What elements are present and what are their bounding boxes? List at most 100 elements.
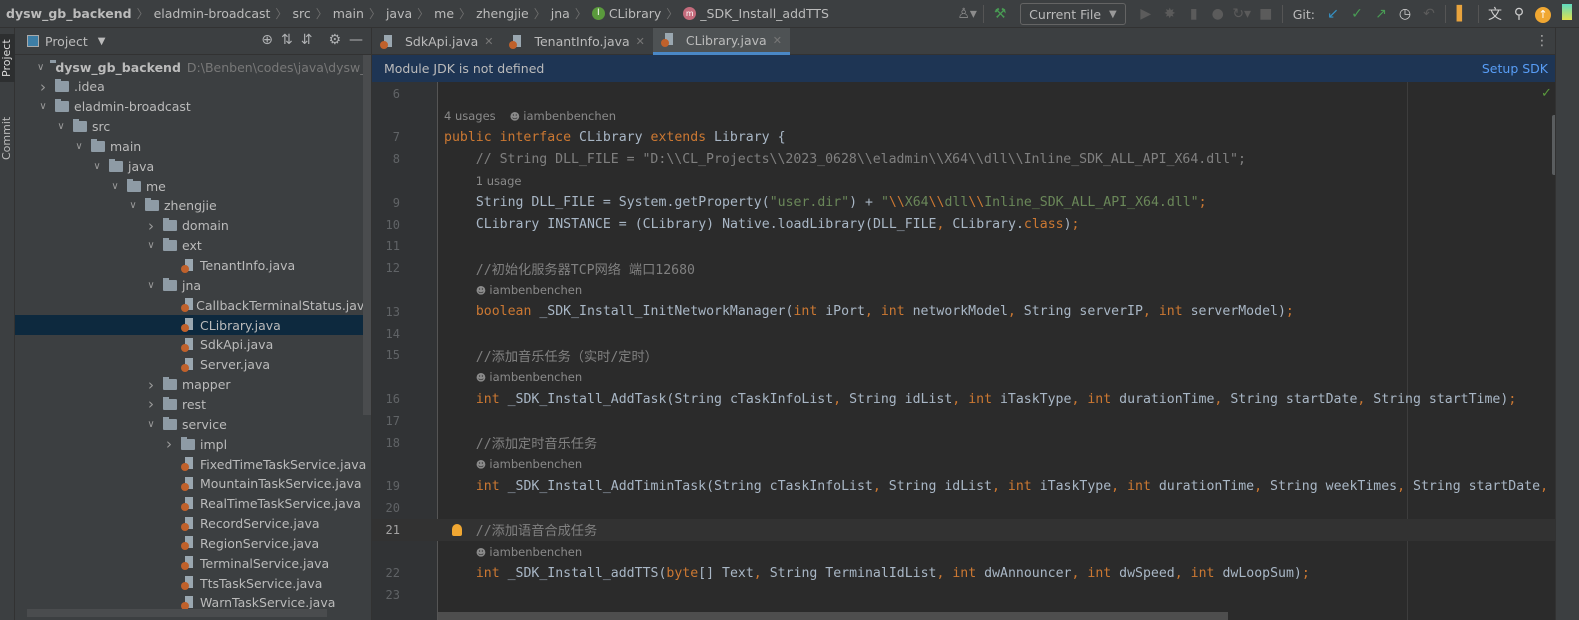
close-icon[interactable]: ✕: [636, 35, 645, 48]
run-icon[interactable]: ▶: [1134, 6, 1158, 22]
no-problems-check-icon[interactable]: ✓: [1541, 86, 1552, 101]
tree-item[interactable]: ∨ ext: [15, 236, 371, 256]
tab-tenantinfo[interactable]: TenantInfo.java ✕: [501, 28, 652, 55]
chevron-down-icon[interactable]: ∨: [145, 419, 157, 430]
breadcrumb-item[interactable]: zhengjie: [476, 6, 529, 21]
code-vision-hint[interactable]: ☻ iambenbenchen: [476, 370, 582, 384]
project-tool-tab[interactable]: Project: [0, 34, 15, 82]
tree-item[interactable]: ∨ java: [15, 156, 371, 176]
chevron-down-icon[interactable]: ∨: [73, 141, 85, 152]
code-vision-hint[interactable]: ☻ iambenbenchen: [476, 283, 582, 297]
code-vision-hint[interactable]: ☻ iambenbenchen: [476, 545, 582, 559]
tree-item[interactable]: SdkApi.java: [15, 335, 371, 355]
tree-item[interactable]: CallbackTerminalStatus.java: [15, 295, 371, 315]
tree-item[interactable]: ∨ jna: [15, 275, 371, 295]
chevron-down-icon[interactable]: ∨: [145, 280, 157, 291]
chevron-down-icon[interactable]: ∨: [127, 200, 139, 211]
breadcrumb-item[interactable]: eladmin-broadcast: [154, 6, 271, 21]
tree-item[interactable]: RealTimeTaskService.java: [15, 494, 371, 514]
debug-icon[interactable]: ✸: [1158, 6, 1182, 22]
tab-clibrary[interactable]: CLibrary.java ✕: [652, 28, 790, 55]
git-push-icon[interactable]: ↗: [1369, 6, 1393, 22]
chevron-right-icon[interactable]: ›: [163, 435, 175, 453]
update-icon[interactable]: ↑: [1531, 6, 1555, 23]
git-commit-icon[interactable]: ✓: [1345, 6, 1369, 22]
tree-item[interactable]: › impl: [15, 434, 371, 454]
git-update-icon[interactable]: ↙: [1321, 6, 1345, 22]
more-run-icon[interactable]: ↻▾: [1230, 6, 1254, 22]
breadcrumb-item[interactable]: me: [434, 6, 454, 21]
tree-item[interactable]: ∨ service: [15, 414, 371, 434]
translate-icon[interactable]: 文: [1483, 4, 1507, 24]
collapse-all-icon[interactable]: ⇵: [301, 32, 313, 48]
hide-icon[interactable]: —: [349, 32, 363, 48]
breadcrumb-item[interactable]: _SDK_Install_addTTS: [700, 6, 829, 21]
tree-item[interactable]: FixedTimeTaskService.java: [15, 454, 371, 474]
code-vision-hint[interactable]: 4 usages ☻ iambenbenchen: [444, 109, 616, 123]
horizontal-scrollbar[interactable]: [27, 609, 327, 617]
author-hint[interactable]: iambenbenchen: [523, 109, 616, 123]
author-hint[interactable]: iambenbenchen: [489, 545, 582, 559]
locate-icon[interactable]: ⊕: [261, 32, 273, 48]
commit-tool-tab[interactable]: Commit: [0, 108, 15, 168]
tree-item[interactable]: ∨ eladmin-broadcast: [15, 97, 371, 117]
breadcrumb-item[interactable]: java: [386, 6, 412, 21]
close-icon[interactable]: ✕: [484, 35, 493, 48]
author-hint[interactable]: iambenbenchen: [489, 457, 582, 471]
more-options-icon[interactable]: ⋮: [1535, 33, 1549, 49]
tree-item[interactable]: CLibrary.java: [15, 315, 371, 336]
chevron-down-icon[interactable]: ∨: [109, 181, 121, 192]
tree-item[interactable]: › .idea: [15, 77, 371, 97]
tree-item[interactable]: ∨ main: [15, 136, 371, 156]
code-editor[interactable]: 6 4 usages ☻ iambenbenchen 7 public interfac…: [372, 82, 1555, 620]
usages-hint[interactable]: 1 usage: [476, 174, 522, 188]
breadcrumb-item[interactable]: src: [292, 6, 310, 21]
tree-item[interactable]: ∨ dysw_gb_backend D:\Benben\codes\java\dys…: [15, 57, 371, 77]
project-panel-title[interactable]: Project: [45, 34, 88, 49]
setup-sdk-link[interactable]: Setup SDK: [1482, 61, 1548, 76]
code-vision-hint[interactable]: 1 usage: [476, 174, 522, 188]
breadcrumb-item[interactable]: jna: [551, 6, 570, 21]
chevron-down-icon[interactable]: ∨: [91, 161, 103, 172]
breadcrumb-item[interactable]: main: [333, 6, 364, 21]
chevron-down-icon[interactable]: ∨: [37, 101, 49, 112]
tree-item[interactable]: Server.java: [15, 355, 371, 375]
tree-item[interactable]: TenantInfo.java: [15, 256, 371, 276]
chevron-right-icon[interactable]: ›: [37, 78, 49, 96]
tree-item[interactable]: ∨ src: [15, 117, 371, 137]
tree-item[interactable]: ∨ me: [15, 176, 371, 196]
chevron-right-icon[interactable]: ›: [145, 376, 157, 394]
vertical-scrollbar[interactable]: [363, 55, 371, 415]
tab-sdkapi[interactable]: SdkApi.java ✕: [372, 28, 501, 55]
ide-logo-icon[interactable]: [1555, 4, 1579, 24]
code-vision-hint[interactable]: ☻ iambenbenchen: [476, 457, 582, 471]
breadcrumb-item[interactable]: dysw_gb_backend: [6, 6, 132, 21]
rollback-icon[interactable]: ↶: [1417, 6, 1441, 22]
author-hint[interactable]: iambenbenchen: [489, 283, 582, 297]
tree-item[interactable]: ∨ zhengjie: [15, 196, 371, 216]
coverage-icon[interactable]: ▮: [1182, 6, 1206, 22]
profile-icon[interactable]: ●: [1206, 6, 1230, 22]
tree-item[interactable]: RecordService.java: [15, 514, 371, 534]
user-icon[interactable]: ♙▾: [955, 6, 979, 22]
tree-item[interactable]: TtsTaskService.java: [15, 573, 371, 593]
tree-item[interactable]: TerminalService.java: [15, 553, 371, 573]
usages-hint[interactable]: 4 usages: [444, 109, 496, 123]
tree-item[interactable]: › mapper: [15, 375, 371, 395]
author-hint[interactable]: iambenbenchen: [489, 370, 582, 384]
plugin-icon[interactable]: ▌: [1450, 6, 1474, 22]
close-icon[interactable]: ✕: [773, 34, 782, 47]
chevron-down-icon[interactable]: ∨: [37, 62, 44, 73]
chevron-right-icon[interactable]: ›: [145, 217, 157, 235]
build-hammer-icon[interactable]: ⚒: [988, 6, 1012, 22]
tree-item[interactable]: MountainTaskService.java: [15, 474, 371, 494]
stop-icon[interactable]: ■: [1254, 6, 1278, 22]
chevron-right-icon[interactable]: ›: [145, 395, 157, 413]
tree-item[interactable]: › domain: [15, 216, 371, 236]
run-configuration-select[interactable]: Current File ▼: [1020, 3, 1126, 25]
gear-icon[interactable]: ⚙: [328, 32, 341, 48]
chevron-down-icon[interactable]: ∨: [145, 240, 157, 251]
search-icon[interactable]: ⚲: [1507, 6, 1531, 22]
history-icon[interactable]: ◷: [1393, 6, 1417, 22]
tree-item[interactable]: › rest: [15, 394, 371, 414]
